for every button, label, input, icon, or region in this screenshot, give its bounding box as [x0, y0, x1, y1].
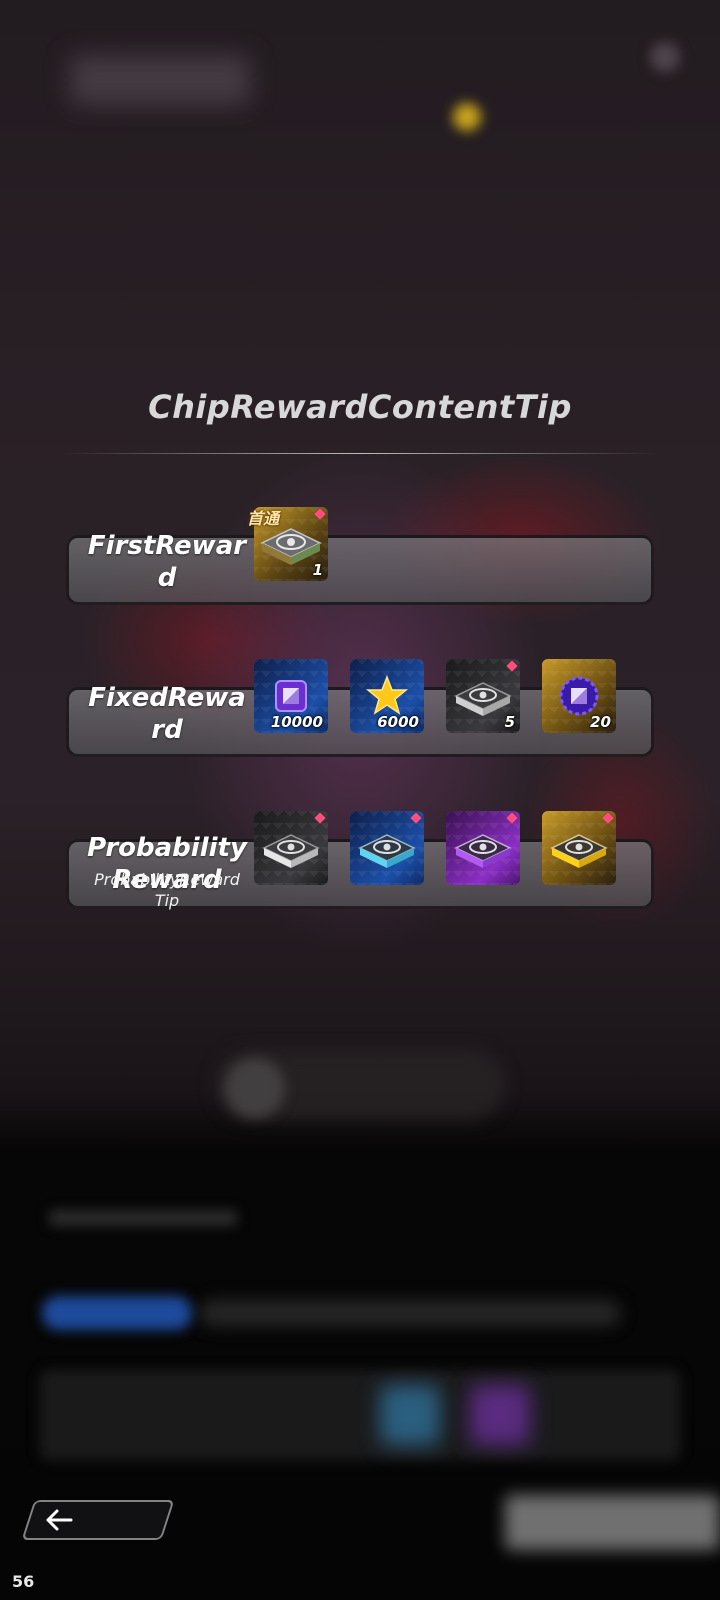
background-confirm-button — [505, 1495, 720, 1550]
probability-reward-tip-line2: Tip — [154, 891, 180, 910]
reward-item[interactable] — [446, 811, 520, 885]
reward-item[interactable]: 20 — [542, 659, 616, 733]
back-arrow-icon — [46, 1509, 73, 1531]
chip-yellow-icon — [550, 834, 608, 868]
reward-item[interactable] — [350, 811, 424, 885]
reward-item[interactable] — [254, 811, 328, 885]
probability-reward-tip-line1: ProbabilityReward — [94, 870, 240, 889]
chip-purple-icon — [454, 834, 512, 868]
background-chip — [470, 1385, 530, 1445]
fixed-reward-label-line1: FixedRewa — [88, 683, 246, 713]
item-count: 20 — [590, 713, 611, 731]
first-clear-badge: 首通 — [247, 509, 280, 528]
background-chip — [380, 1385, 440, 1445]
background-text-line — [48, 1210, 238, 1226]
background-blue-bar — [42, 1296, 192, 1330]
item-count: 10000 — [270, 713, 323, 731]
reward-item[interactable]: 5 — [446, 659, 520, 733]
reward-item[interactable] — [542, 811, 616, 885]
chip-cyan-icon — [358, 834, 416, 868]
item-count: 6000 — [377, 713, 419, 731]
item-count: 1 — [312, 561, 323, 579]
probability-reward-tip: ProbabilityReward Tip — [82, 869, 252, 911]
probability-reward-label-line1: Probability — [87, 833, 247, 863]
first-reward-label: FirstRewar d — [82, 530, 252, 594]
chip-white-icon — [262, 834, 320, 868]
item-count: 5 — [504, 713, 515, 731]
background-bottom-panel — [40, 1370, 680, 1460]
background-grey-bar — [200, 1300, 620, 1326]
background-coin-icon — [453, 103, 481, 131]
first-reward-label-line1: FirstRewar — [87, 531, 247, 561]
title-divider — [60, 453, 660, 454]
fixed-reward-label-line2: rd — [151, 715, 183, 745]
background-scene — [0, 0, 720, 1600]
background-settings-icon — [650, 42, 680, 72]
fixed-reward-label: FixedRewa rd — [82, 682, 252, 746]
first-reward-label-line2: d — [157, 563, 177, 593]
background-title — [70, 55, 250, 105]
dialog-title: ChipRewardContentTip — [148, 388, 572, 426]
background-dock-button — [225, 1058, 285, 1118]
reward-item[interactable]: 6000 — [350, 659, 424, 733]
fps-counter: 56 — [12, 1572, 35, 1591]
reward-item[interactable]: 10000 — [254, 659, 328, 733]
